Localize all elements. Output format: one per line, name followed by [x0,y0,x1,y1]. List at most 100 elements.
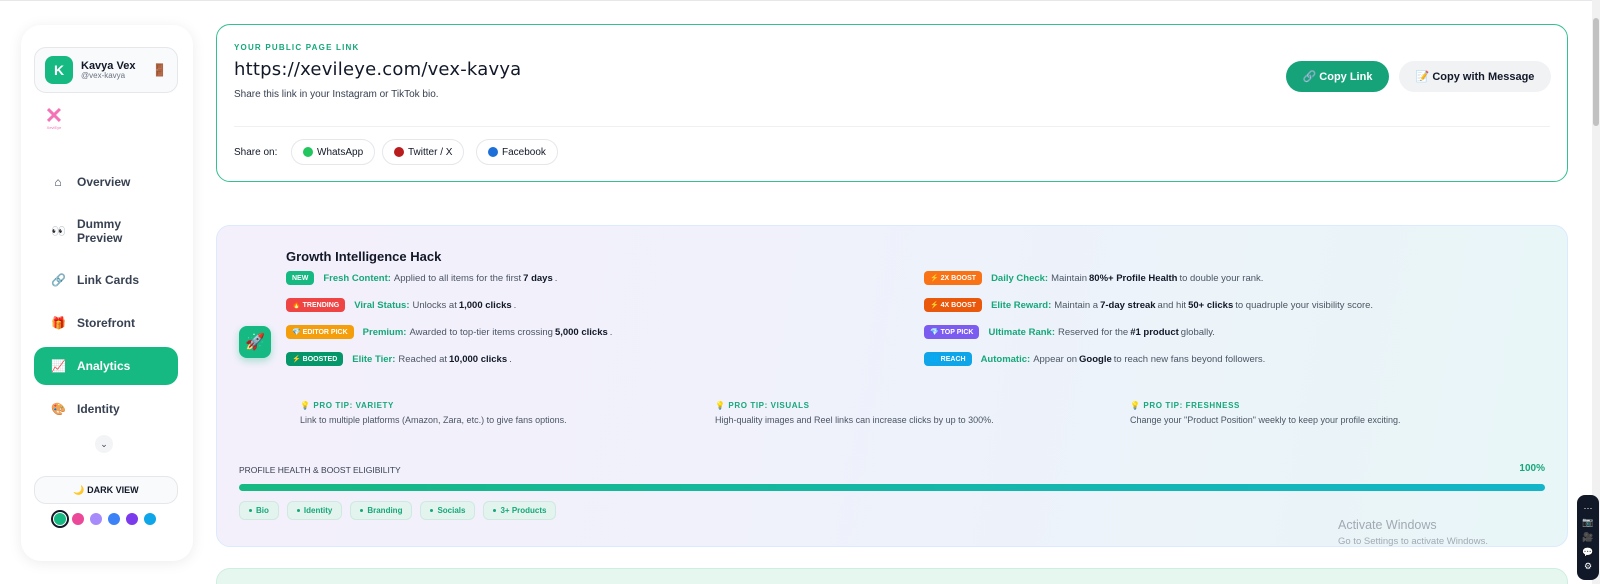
sidebar-item-analytics[interactable]: 📈 Analytics [34,347,178,385]
windows-watermark-subtitle: Go to Settings to activate Windows. [1338,536,1488,547]
share-whatsapp-button[interactable]: WhatsApp [291,139,376,165]
scrollbar-thumb[interactable] [1593,18,1599,126]
rule-key: Daily Check: [991,272,1049,284]
boost-rule: NEW Fresh Content: Applied to all items fo… [286,271,557,285]
health-checklist: Bio Identity Branding Socials 3+ Products [239,501,557,520]
rule-badge: 💎 TOP PICK [924,325,980,339]
rule-badge: 🌐 REACH [924,352,972,366]
rule-text: Maintain a [1054,299,1099,311]
logout-door-icon[interactable]: 🚪 [152,63,167,77]
divider [234,126,1550,127]
rule-key: Ultimate Rank: [988,326,1055,338]
health-check-chip: Branding [350,501,413,520]
chip-label: Socials [437,506,466,515]
rule-text: Reserved for the [1057,326,1129,338]
rule-highlight: 5,000 clicks [554,326,608,338]
gift-icon: 🎁 [51,316,66,330]
rule-text: and hit [1157,299,1187,311]
profile-health-percent: 100% [1519,463,1545,474]
whatsapp-icon [303,147,313,157]
profile-handle: @vex-kavya [81,70,126,80]
dark-view-toggle[interactable]: 🌙 DARK VIEW [34,476,178,504]
health-check-chip: Socials [420,501,476,520]
rule-text: Awarded to top-tier items crossing [409,326,553,338]
pro-tip: 💡 PRO TIP: VARIETY Link to multiple platf… [300,401,567,425]
growth-title: Growth Intelligence Hack [286,249,442,264]
theme-swatch[interactable] [144,513,156,525]
public-link-label: YOUR PUBLIC PAGE LINK [234,43,360,52]
settings-gear-icon[interactable]: ⚙ [1584,561,1592,572]
rule-text: . [509,353,512,365]
theme-swatch[interactable] [126,513,138,525]
facebook-icon [488,147,498,157]
sidebar-item-link-cards[interactable]: 🔗 Link Cards [34,261,178,299]
bullet-dot [296,509,300,512]
rule-text: Maintain [1051,272,1088,284]
chip-label: 3+ Products [500,506,547,515]
sidebar-item-identity[interactable]: 🎨 Identity [34,390,178,428]
camera-icon[interactable]: 📷 [1582,517,1593,528]
theme-swatch[interactable] [51,510,69,528]
rule-text: Applied to all items for the first [393,272,522,284]
pro-tip-description: Change your "Product Position" weekly to… [1130,415,1401,425]
theme-swatch[interactable] [108,513,120,525]
profile-name: Kavya Vex [81,59,136,72]
theme-swatch[interactable] [72,513,84,525]
copy-link-button[interactable]: 🔗 Copy Link [1286,61,1389,92]
chevron-down-icon[interactable]: ⌄ [95,435,113,453]
sidebar-item-overview[interactable]: ⌂ Overview [34,163,178,201]
link-icon: 🔗 [51,273,66,287]
rule-key: Fresh Content: [323,272,391,284]
home-icon: ⌂ [54,175,62,189]
rule-highlight: 50+ clicks [1188,299,1234,311]
profile-health-fill [239,484,1545,491]
theme-color-picker [51,510,156,528]
public-link-description: Share this link in your Instagram or Tik… [234,89,439,100]
sidebar-item-label: Link Cards [77,273,140,287]
sidebar-item-label: Overview [77,175,131,189]
rule-text: . [609,326,613,338]
copy-with-message-button[interactable]: 📝 Copy with Message [1399,61,1551,92]
rule-highlight: 80%+ Profile Health [1089,272,1178,284]
rule-text: to reach new fans beyond followers. [1113,353,1266,365]
rule-text: . [554,272,558,284]
rule-text: Reached at [398,353,447,365]
pro-tip: 💡 PRO TIP: FRESHNESS Change your "Product… [1130,401,1401,425]
avatar: K [45,56,73,84]
bullet-dot [249,509,252,512]
rule-highlight: 10,000 clicks [449,353,508,365]
pro-tip-title: 💡 PRO TIP: VISUALS [715,401,810,410]
floating-toolbar: ⋯ 📷 🎥 💬 ⚙ [1577,495,1599,580]
sidebar-nav: ⌂ Overview 👀 Dummy Preview 🔗 Link Cards 🎁 Store… [34,163,178,433]
rule-text: globally. [1180,326,1215,338]
share-twitter-x-button[interactable]: Twitter / X [382,139,465,165]
profile-health-label: PROFILE HEALTH & BOOST ELIGIBILITY [239,465,401,475]
sidebar-item-dummy-preview[interactable]: 👀 Dummy Preview [34,206,178,256]
pro-tip-description: Link to multiple platforms (Amazon, Zara… [300,415,567,425]
rule-badge: 🔥 TRENDING [286,298,346,312]
pro-tip-title: 💡 PRO TIP: FRESHNESS [1130,401,1240,410]
rule-highlight: #1 product [1130,326,1179,338]
theme-swatch[interactable] [90,513,102,525]
rule-badge: ⚡ BOOSTED [286,352,344,366]
sidebar-item-storefront[interactable]: 🎁 Storefront [34,304,178,342]
sidebar-item-label: Storefront [77,316,135,330]
sidebar-item-label: Analytics [77,359,131,373]
pro-tip: 💡 PRO TIP: VISUALS High-quality images an… [715,401,994,425]
rule-badge: ⚡ 2X BOOST [924,271,983,285]
top-border [0,0,1600,1]
rule-text: to double your rank. [1179,272,1264,284]
health-check-chip: Identity [286,501,343,520]
profile-card[interactable]: K Kavya Vex @vex-kavya 🚪 [34,47,178,93]
rule-key: Viral Status: [354,299,410,311]
share-facebook-button[interactable]: Facebook [476,139,558,165]
public-link-url: https://xevileye.com/vex-kavya [234,59,522,80]
brand-logo[interactable]: ✕ XeviEye [43,105,65,131]
rocket-icon: 🚀 [239,326,271,358]
video-icon[interactable]: 🎥 [1582,532,1593,543]
rule-highlight: Google [1079,353,1112,365]
chat-icon[interactable]: 💬 [1582,547,1593,558]
rule-text: . [513,299,517,311]
profile-health-bar [239,484,1545,491]
more-icon[interactable]: ⋯ [1584,503,1593,514]
